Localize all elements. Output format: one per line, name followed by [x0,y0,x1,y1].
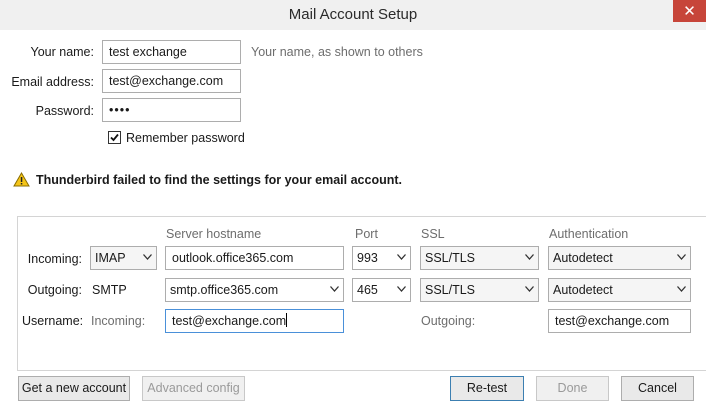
outgoing-label: Outgoing: [27,283,82,297]
server-settings-panel: Server hostname Port SSL Authentication … [17,216,706,371]
email-field[interactable]: test@exchange.com [102,69,241,93]
outgoing-protocol: SMTP [92,283,127,297]
advanced-config-button[interactable]: Advanced config [142,376,245,401]
close-icon: ✕ [683,3,696,20]
header-ssl: SSL [421,227,445,241]
incoming-ssl-value: SSL/TLS [425,251,476,265]
email-label: Email address: [11,75,94,89]
name-field[interactable]: test exchange [102,40,241,64]
username-incoming-value: test@exchange.com [172,314,287,328]
remember-label: Remember password [126,131,245,145]
header-port: Port [355,227,378,241]
chevron-down-icon [397,254,406,260]
incoming-protocol-value: IMAP [95,251,126,265]
cancel-button[interactable]: Cancel [621,376,694,401]
outgoing-ssl-select[interactable]: SSL/TLS [420,278,539,302]
close-button[interactable]: ✕ [673,0,706,22]
incoming-ssl-select[interactable]: SSL/TLS [420,246,539,270]
password-field[interactable]: •••• [102,98,241,122]
dialog-body: Your name: test exchange Your name, as s… [0,30,706,413]
incoming-auth-value: Autodetect [553,251,613,265]
outgoing-hostname-select[interactable]: smtp.office365.com [165,278,344,302]
chevron-down-icon [330,286,339,292]
warning-icon [13,172,30,187]
incoming-port-value: 993 [357,251,378,265]
chevron-down-icon [143,254,152,260]
username-label: Username: [22,314,84,328]
incoming-port-select[interactable]: 993 [352,246,411,270]
outgoing-auth-value: Autodetect [553,283,613,297]
chevron-down-icon [525,254,534,260]
incoming-auth-select[interactable]: Autodetect [548,246,691,270]
username-outgoing-field[interactable]: test@exchange.com [548,309,691,333]
done-button[interactable]: Done [536,376,609,401]
chevron-down-icon [525,286,534,292]
outgoing-auth-select[interactable]: Autodetect [548,278,691,302]
incoming-label: Incoming: [27,252,82,266]
incoming-hostname-field[interactable]: outlook.office365.com [165,246,344,270]
password-label: Password: [35,104,94,118]
outgoing-port-select[interactable]: 465 [352,278,411,302]
get-new-account-button[interactable]: Get a new account [18,376,130,401]
chevron-down-icon [397,286,406,292]
chevron-down-icon [677,286,686,292]
header-hostname: Server hostname [166,227,262,241]
window-title: Mail Account Setup [288,6,418,23]
outgoing-hostname-value: smtp.office365.com [170,283,279,297]
checkmark-icon [110,133,119,142]
chevron-down-icon [677,254,686,260]
username-incoming-field[interactable]: test@exchange.com [165,309,344,333]
text-cursor [286,313,288,327]
outgoing-ssl-value: SSL/TLS [425,283,476,297]
outgoing-port-value: 465 [357,283,378,297]
username-outgoing-label: Outgoing: [421,314,476,328]
warning-row: Thunderbird failed to find the settings … [13,172,402,187]
incoming-protocol-select[interactable]: IMAP [90,246,157,270]
username-incoming-label: Incoming: [91,314,146,328]
retest-button[interactable]: Re-test [450,376,524,401]
title-bar: Mail Account Setup ✕ [0,0,706,30]
name-hint: Your name, as shown to others [251,45,423,59]
header-auth: Authentication [549,227,629,241]
warning-message: Thunderbird failed to find the settings … [36,172,402,187]
remember-checkbox[interactable] [108,131,121,144]
name-label: Your name: [30,45,94,59]
